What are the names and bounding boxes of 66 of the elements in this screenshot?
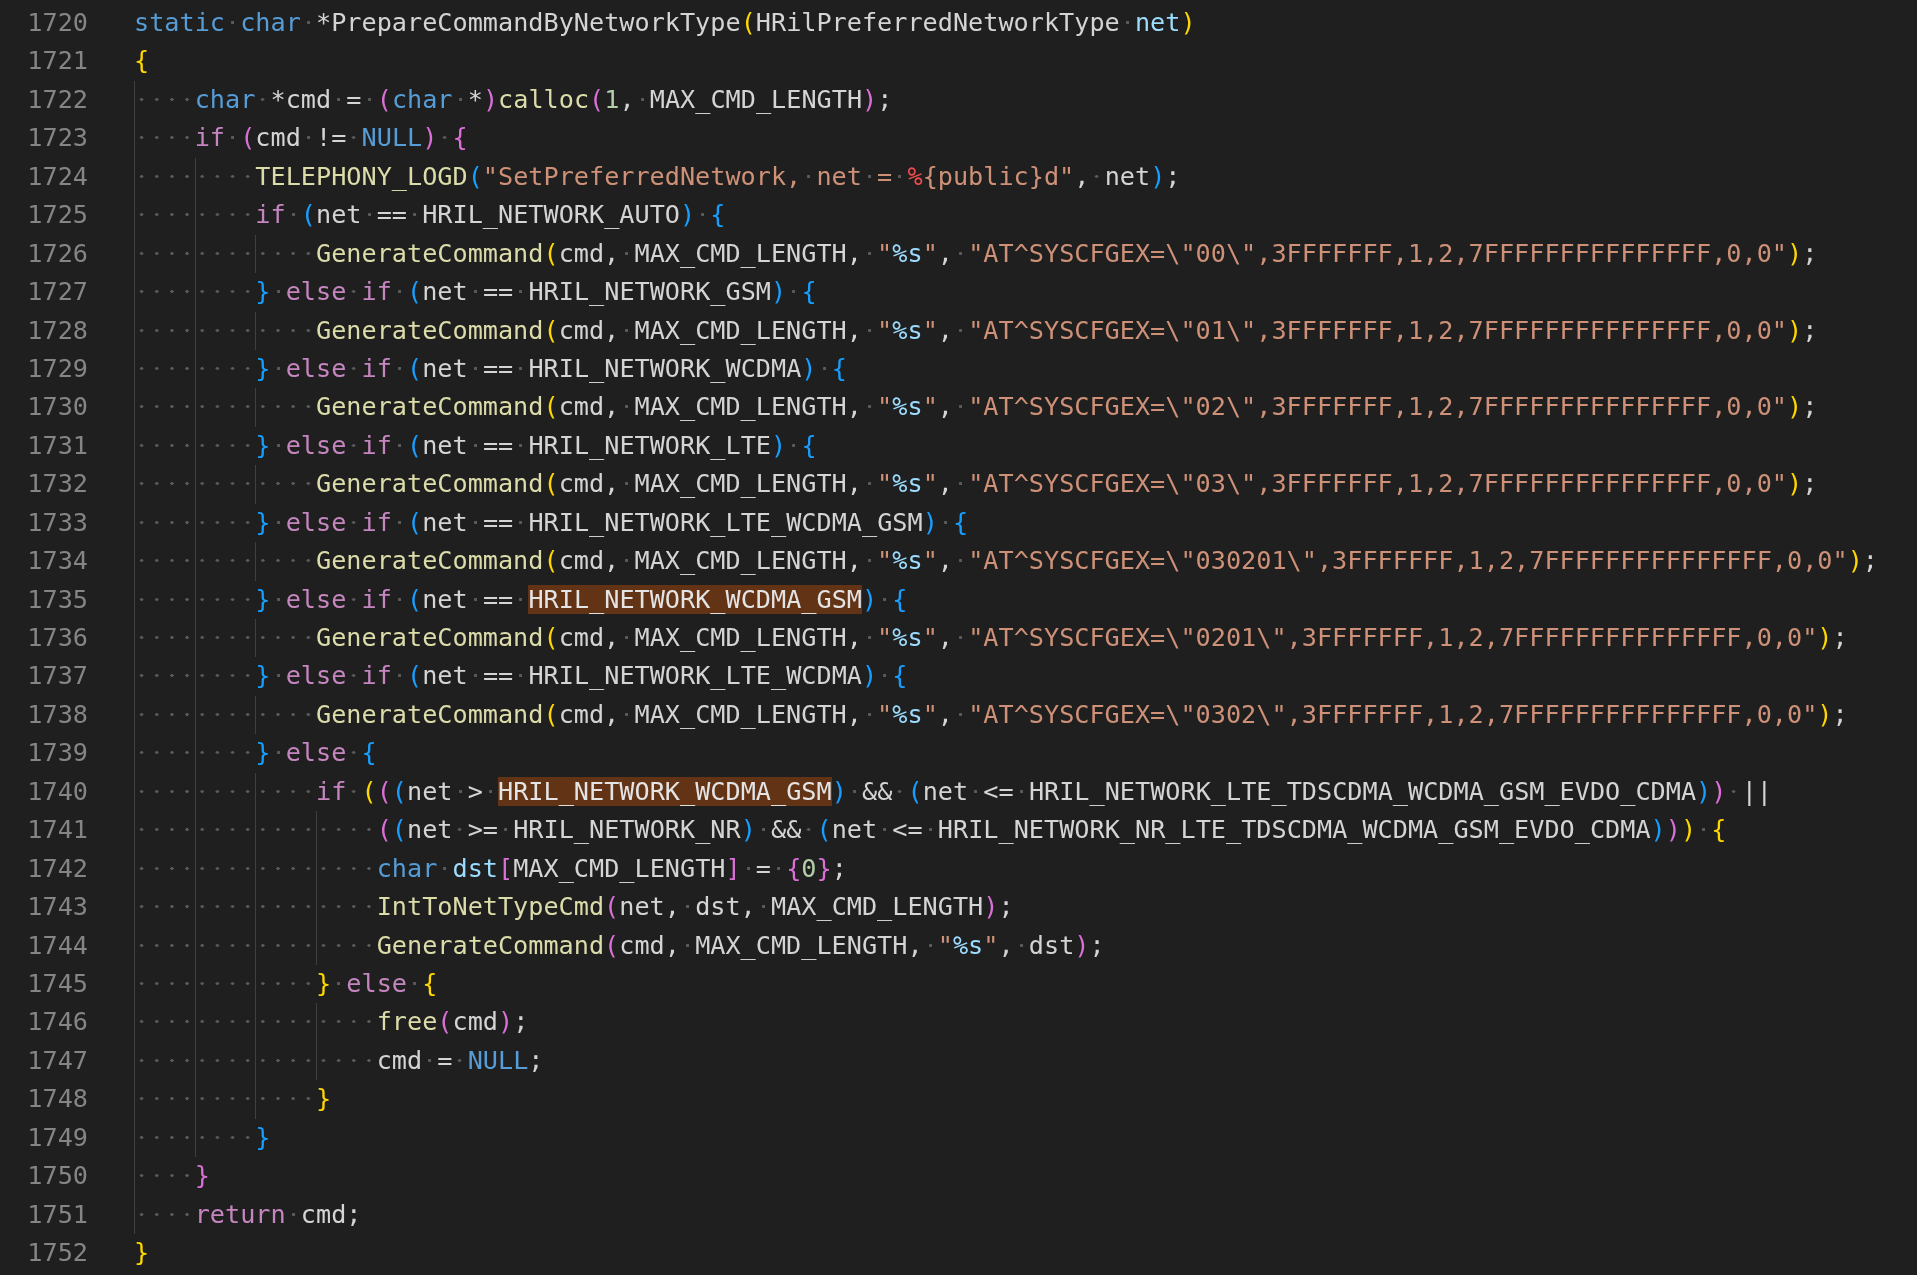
code-line: }: [134, 1080, 332, 1119]
code-line: GenerateCommand(cmd, MAX_CMD_LENGTH, "%s", "AT^SYSCFGEX=\"0201\",3FFFFFFF,1,2,7FFFFFFFFFFFFFFF,0,0");: [134, 619, 1848, 658]
line-number: 1742: [26, 852, 88, 885]
code-line: GenerateCommand(cmd, MAX_CMD_LENGTH, "%s", "AT^SYSCFGEX=\"0302\",3FFFFFFF,1,2,7FFFFFFFFFFFFFFF,0,0");: [134, 695, 1848, 735]
line-number: 1726: [26, 237, 88, 270]
code-line: TELEPHONY_LOGD("SetPreferredNetwork, net = %{public}d", net);: [134, 157, 1181, 197]
code-line: ((net >= HRIL_NETWORK_NR) && (net <= HRIL_NETWORK_NR_LTE_TDSCDMA_WCDMA_GSM_EVDO_CDMA))) {: [134, 811, 1727, 850]
line-number: 1749: [26, 1121, 88, 1154]
line-number: 1732: [26, 468, 88, 501]
code-line: GenerateCommand(cmd, MAX_CMD_LENGTH, "%s", "AT^SYSCFGEX=\"03\",3FFFFFFF,1,2,7FFFFFFFFFFFFFFF,0,0");: [134, 465, 1818, 504]
code-line: } else if (net == HRIL_NETWORK_GSM) {: [134, 273, 817, 312]
line-number: 1722: [26, 83, 88, 116]
line-number: 1743: [26, 891, 88, 924]
line-number: 1744: [26, 929, 88, 962]
code-line: GenerateCommand(cmd, MAX_CMD_LENGTH, "%s", "AT^SYSCFGEX=\"030201\",3FFFFFFF,1,2,7FFFFFFFFFFFFFFF,0,0");: [134, 542, 1878, 581]
line-number: 1734: [26, 545, 88, 578]
line-number: 1751: [26, 1198, 88, 1231]
code-line: if (cmd != NULL) {: [134, 119, 468, 158]
line-number: 1733: [26, 506, 88, 539]
line-number: 1724: [26, 160, 88, 193]
code-line: } else if (net == HRIL_NETWORK_LTE_WCDMA_GSM) {: [134, 503, 969, 543]
line-number: 1730: [26, 391, 88, 424]
line-number: 1750: [26, 1160, 88, 1193]
code-line: IntToNetTypeCmd(net, dst, MAX_CMD_LENGTH);: [134, 888, 1014, 927]
code-line: GenerateCommand(cmd, MAX_CMD_LENGTH, "%s", "AT^SYSCFGEX=\"00\",3FFFFFFF,1,2,7FFFFFFFFFFFFFFF,0,0");: [134, 234, 1818, 274]
code-line: GenerateCommand(cmd, MAX_CMD_LENGTH, "%s", "AT^SYSCFGEX=\"01\",3FFFFFFF,1,2,7FFFFFFFFFFFFFFF,0,0");: [134, 311, 1818, 350]
code-line: } else if (net == HRIL_NETWORK_WCDMA) {: [134, 349, 847, 389]
line-number: 1723: [26, 122, 88, 155]
line-number: 1737: [26, 660, 88, 693]
line-number: 1735: [26, 583, 88, 616]
code-line: if (net == HRIL_NETWORK_AUTO) {: [134, 196, 726, 235]
line-number: 1729: [26, 352, 88, 385]
line-number: 1747: [26, 1044, 88, 1077]
code-line: } else if (net == HRIL_NETWORK_LTE_WCDMA) {: [134, 657, 908, 696]
line-number: 1731: [26, 429, 88, 462]
code-line: free(cmd);: [134, 1003, 529, 1042]
line-number: 1746: [26, 1006, 88, 1039]
code-line: char *cmd = (char *)calloc(1, MAX_CMD_LENGTH);: [134, 80, 893, 120]
line-number: 1725: [26, 199, 88, 232]
line-number: 1738: [26, 698, 88, 731]
line-number: 1728: [26, 314, 88, 347]
code-line: GenerateCommand(cmd, MAX_CMD_LENGTH, "%s", "AT^SYSCFGEX=\"02\",3FFFFFFF,1,2,7FFFFFFFFFFFFFFF,0,0");: [134, 388, 1818, 427]
line-number: 1752: [26, 1237, 88, 1269]
code-line: return cmd;: [134, 1195, 362, 1234]
line-number: 1748: [26, 1083, 88, 1116]
line-number: 1740: [26, 775, 88, 808]
code-line: } else if (net == HRIL_NETWORK_WCDMA_GSM) {: [134, 580, 908, 619]
code-line: }: [134, 1237, 150, 1269]
code-line: } else if (net == HRIL_NETWORK_LTE) {: [134, 426, 817, 466]
code-line: {: [134, 45, 150, 78]
line-number: 1739: [26, 737, 88, 770]
code-line: static char *PrepareCommandByNetworkType(HRilPreferredNetworkType net): [134, 7, 1196, 39]
code-line: }: [134, 1157, 210, 1196]
code-line: if (((net > HRIL_NETWORK_WCDMA_GSM) && (net <= HRIL_NETWORK_LTE_TDSCDMA_WCDMA_GSM_EVDO_CDMA)) ||: [134, 772, 1772, 812]
line-number: 1721: [26, 45, 88, 78]
code-line: } else {: [134, 964, 438, 1004]
line-number: 1741: [26, 814, 88, 847]
line-number: 1727: [26, 276, 88, 309]
code-line: } else {: [134, 734, 377, 773]
code-line: GenerateCommand(cmd, MAX_CMD_LENGTH, "%s", dst);: [134, 926, 1105, 965]
line-number: 1720: [26, 7, 88, 39]
line-number: 1745: [26, 967, 88, 1000]
code-line: }: [134, 1118, 271, 1158]
code-line: char dst[MAX_CMD_LENGTH] = {0};: [134, 849, 847, 889]
code-line: cmd = NULL;: [134, 1041, 544, 1081]
line-number: 1736: [26, 622, 88, 654]
